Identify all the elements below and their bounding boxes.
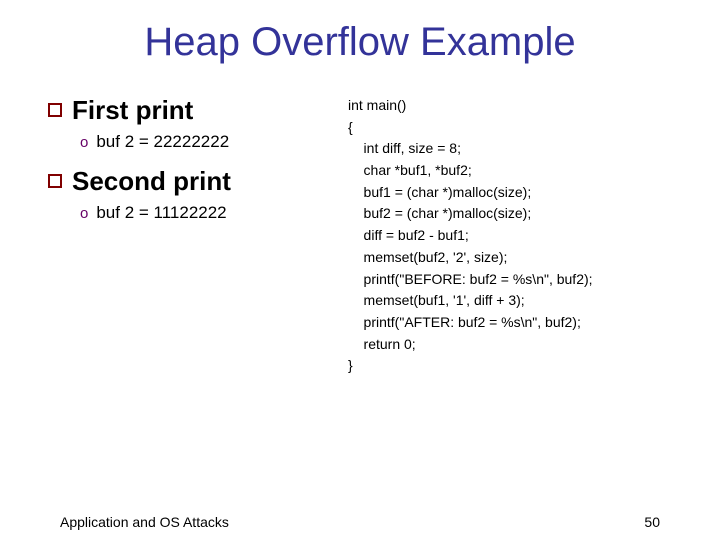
code-line: return 0; — [348, 334, 690, 356]
footer-left: Application and OS Attacks — [60, 514, 229, 530]
code-line: printf("AFTER: buf2 = %s\n", buf2); — [348, 312, 690, 334]
square-bullet-icon — [48, 174, 62, 188]
code-block: int main() { int diff, size = 8; char *b… — [338, 95, 690, 377]
slide-title: Heap Overflow Example — [0, 20, 720, 65]
code-line: buf1 = (char *)malloc(size); — [348, 182, 690, 204]
code-line: { — [348, 117, 690, 139]
bullet-item: Second print — [48, 166, 338, 197]
circle-bullet-icon: o — [80, 134, 88, 151]
left-column: First print o buf 2 = 22222222 Second pr… — [48, 95, 338, 377]
sub-bullet-item: o buf 2 = 22222222 — [80, 132, 338, 152]
code-line: } — [348, 355, 690, 377]
bullet-heading: Second print — [72, 166, 231, 197]
code-line: printf("BEFORE: buf2 = %s\n", buf2); — [348, 269, 690, 291]
slide-number: 50 — [644, 514, 660, 530]
code-line: memset(buf2, '2', size); — [348, 247, 690, 269]
code-line: char *buf1, *buf2; — [348, 160, 690, 182]
bullet-heading: First print — [72, 95, 193, 126]
code-line: diff = buf2 - buf1; — [348, 225, 690, 247]
content-area: First print o buf 2 = 22222222 Second pr… — [0, 95, 720, 377]
sub-bullet-item: o buf 2 = 11122222 — [80, 203, 338, 223]
sub-bullet-text: buf 2 = 11122222 — [96, 203, 226, 223]
square-bullet-icon — [48, 103, 62, 117]
code-line: buf2 = (char *)malloc(size); — [348, 203, 690, 225]
circle-bullet-icon: o — [80, 205, 88, 222]
bullet-item: First print — [48, 95, 338, 126]
sub-bullet-text: buf 2 = 22222222 — [96, 132, 229, 152]
code-line: memset(buf1, '1', diff + 3); — [348, 290, 690, 312]
code-line: int main() — [348, 95, 690, 117]
footer: Application and OS Attacks 50 — [60, 514, 660, 530]
code-line: int diff, size = 8; — [348, 138, 690, 160]
